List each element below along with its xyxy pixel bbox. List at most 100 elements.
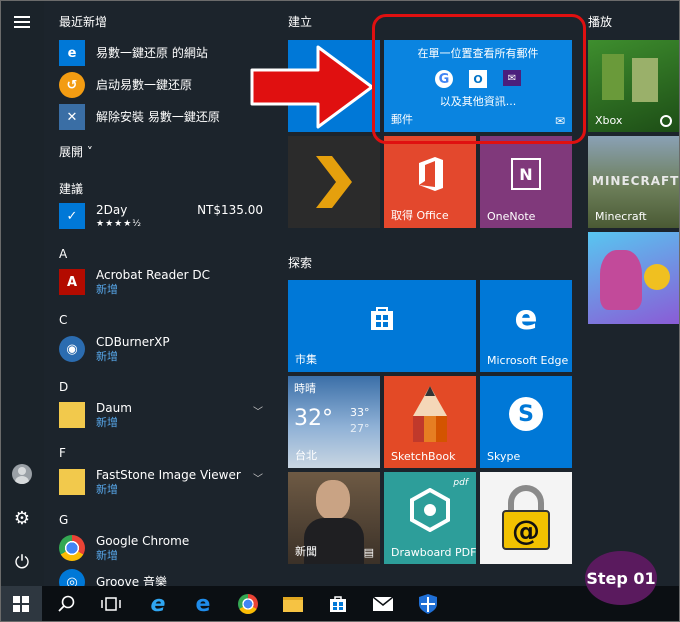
- settings-button[interactable]: ⚙: [0, 497, 44, 541]
- internet-explorer-taskbar[interactable]: e: [137, 586, 179, 622]
- folder-icon: [59, 402, 85, 428]
- letter-header[interactable]: C: [59, 313, 67, 327]
- list-item[interactable]: ↺ 启动易數一鍵还原: [59, 69, 269, 101]
- list-item[interactable]: ◉ CDBurnerXP 新增: [59, 333, 269, 365]
- list-item[interactable]: e 易數一鍵还原 的網站: [59, 37, 269, 69]
- defender-taskbar[interactable]: [407, 586, 449, 622]
- chevron-down-icon: ﹀: [253, 474, 263, 485]
- tile-label: 市集: [295, 353, 317, 366]
- edge-taskbar[interactable]: e: [182, 586, 224, 622]
- letter-header[interactable]: G: [59, 513, 68, 527]
- groove-music-icon: ◎: [59, 569, 85, 586]
- gear-icon: ⚙: [13, 508, 31, 529]
- weather-condition: 時晴: [294, 382, 316, 395]
- app-price: NT$135.00: [197, 203, 263, 217]
- chrome-icon: [59, 535, 85, 561]
- tile-drawboard[interactable]: pdf Drawboard PDF: [384, 472, 476, 564]
- tile-bubble-witch[interactable]: [588, 232, 680, 324]
- edge-icon: e: [514, 298, 538, 338]
- expand-menu-button[interactable]: [0, 0, 44, 44]
- suggested-header: 建議: [59, 182, 84, 196]
- pdf-tag: pdf: [453, 478, 468, 488]
- news-photo-face: [316, 480, 350, 520]
- recent-header: 最近新增: [59, 15, 108, 29]
- expand-link[interactable]: 展開 ˅: [59, 143, 93, 160]
- edge-icon: e: [195, 591, 211, 617]
- weather-low: 27°: [350, 422, 370, 435]
- folder-icon: [59, 469, 85, 495]
- tile-label: Minecraft: [595, 210, 647, 223]
- group-header-build[interactable]: 建立: [288, 13, 312, 30]
- list-item[interactable]: ✕ 解除安裝 易數一鍵还原: [59, 101, 269, 133]
- padlock-icon: @: [502, 485, 550, 550]
- tile-sketchbook[interactable]: SketchBook: [384, 376, 476, 468]
- weather-temp: 32°: [294, 406, 333, 431]
- svg-text:@: @: [512, 514, 540, 547]
- tile-weather[interactable]: 時晴 32° 33° 27° 台北: [288, 376, 380, 468]
- taskbar: e e: [0, 586, 680, 622]
- xbox-logo-icon: [660, 115, 672, 127]
- tile-store[interactable]: 市集: [288, 280, 476, 372]
- app-name: CDBurnerXP: [96, 334, 170, 349]
- pencil-icon: [413, 386, 447, 442]
- suggested-app[interactable]: ✓ 2Day ★★★★½ NT$135.00: [59, 200, 269, 232]
- hamburger-icon: [14, 16, 30, 28]
- letter-header[interactable]: A: [59, 247, 67, 261]
- minecraft-logo: MINECRAFT: [592, 174, 680, 188]
- letter-header[interactable]: D: [59, 380, 68, 394]
- tile-minecraft[interactable]: MINECRAFT Minecraft: [588, 136, 680, 228]
- tile-skype[interactable]: S Skype: [480, 376, 572, 468]
- list-item[interactable]: FastStone Image Viewer 新增 ﹀: [59, 466, 269, 498]
- power-button[interactable]: ⏻: [0, 541, 44, 585]
- list-item[interactable]: Daum 新增 ﹀: [59, 399, 269, 431]
- mail-taskbar[interactable]: [362, 586, 404, 622]
- search-button[interactable]: [46, 586, 88, 622]
- search-icon: [58, 595, 75, 612]
- annotation-highlight-ring: [372, 14, 586, 144]
- chevron-down-icon: ﹀: [253, 407, 263, 418]
- tile-label: 台北: [295, 449, 317, 462]
- witch-character-icon: [600, 250, 642, 310]
- start-button[interactable]: [0, 586, 42, 622]
- group-header-explore[interactable]: 探索: [288, 254, 312, 271]
- tile-plex[interactable]: [288, 136, 380, 228]
- list-item[interactable]: ◎ Groove 音樂: [59, 566, 269, 586]
- file-explorer-taskbar[interactable]: [272, 586, 314, 622]
- web-icon: e: [59, 40, 85, 66]
- store-bag-icon: [371, 307, 393, 330]
- app-name: Acrobat Reader DC: [96, 267, 210, 282]
- tile-onenote[interactable]: N OneNote: [480, 136, 572, 228]
- windows-start-icon: [13, 596, 29, 612]
- news-icon: ▤: [363, 546, 374, 559]
- tile-label: Drawboard PDF: [391, 546, 476, 559]
- plex-chevron-icon: [316, 156, 352, 208]
- chrome-taskbar[interactable]: [227, 586, 269, 622]
- letter-header[interactable]: F: [59, 446, 66, 460]
- app-sub: 新增: [96, 415, 118, 429]
- restore-icon: ↺: [59, 72, 85, 98]
- defender-icon: [419, 594, 437, 614]
- drawboard-hexagon-icon: [410, 488, 450, 532]
- tile-get-office[interactable]: 取得 Office: [384, 136, 476, 228]
- list-item[interactable]: Google Chrome 新增: [59, 532, 269, 564]
- task-view-button[interactable]: [90, 586, 132, 622]
- app-sub: 新增: [96, 482, 118, 496]
- app-sub: 新增: [96, 349, 118, 363]
- tile-xbox[interactable]: Xbox: [588, 40, 680, 132]
- tile-label: Skype: [487, 450, 521, 463]
- bubble-icon: [644, 264, 670, 290]
- task-view-icon: [101, 597, 121, 611]
- tile-news[interactable]: 新聞 ▤: [288, 472, 380, 564]
- tile-edge[interactable]: e Microsoft Edge: [480, 280, 572, 372]
- store-icon: [330, 596, 346, 612]
- internet-explorer-icon: e: [150, 591, 166, 617]
- store-taskbar[interactable]: [317, 586, 359, 622]
- tile-password-lock[interactable]: @: [480, 472, 572, 564]
- user-account-button[interactable]: [0, 452, 44, 496]
- tile-label: 新聞: [295, 545, 317, 558]
- list-item[interactable]: A Acrobat Reader DC 新增: [59, 266, 269, 298]
- app-name: Google Chrome: [96, 533, 190, 548]
- app-list: 最近新增 e 易數一鍵还原 的網站 ↺ 启动易數一鍵还原 ✕ 解除安裝 易數一鍵…: [44, 0, 270, 586]
- group-header-play[interactable]: 播放: [588, 13, 612, 30]
- onenote-icon: N: [511, 158, 541, 190]
